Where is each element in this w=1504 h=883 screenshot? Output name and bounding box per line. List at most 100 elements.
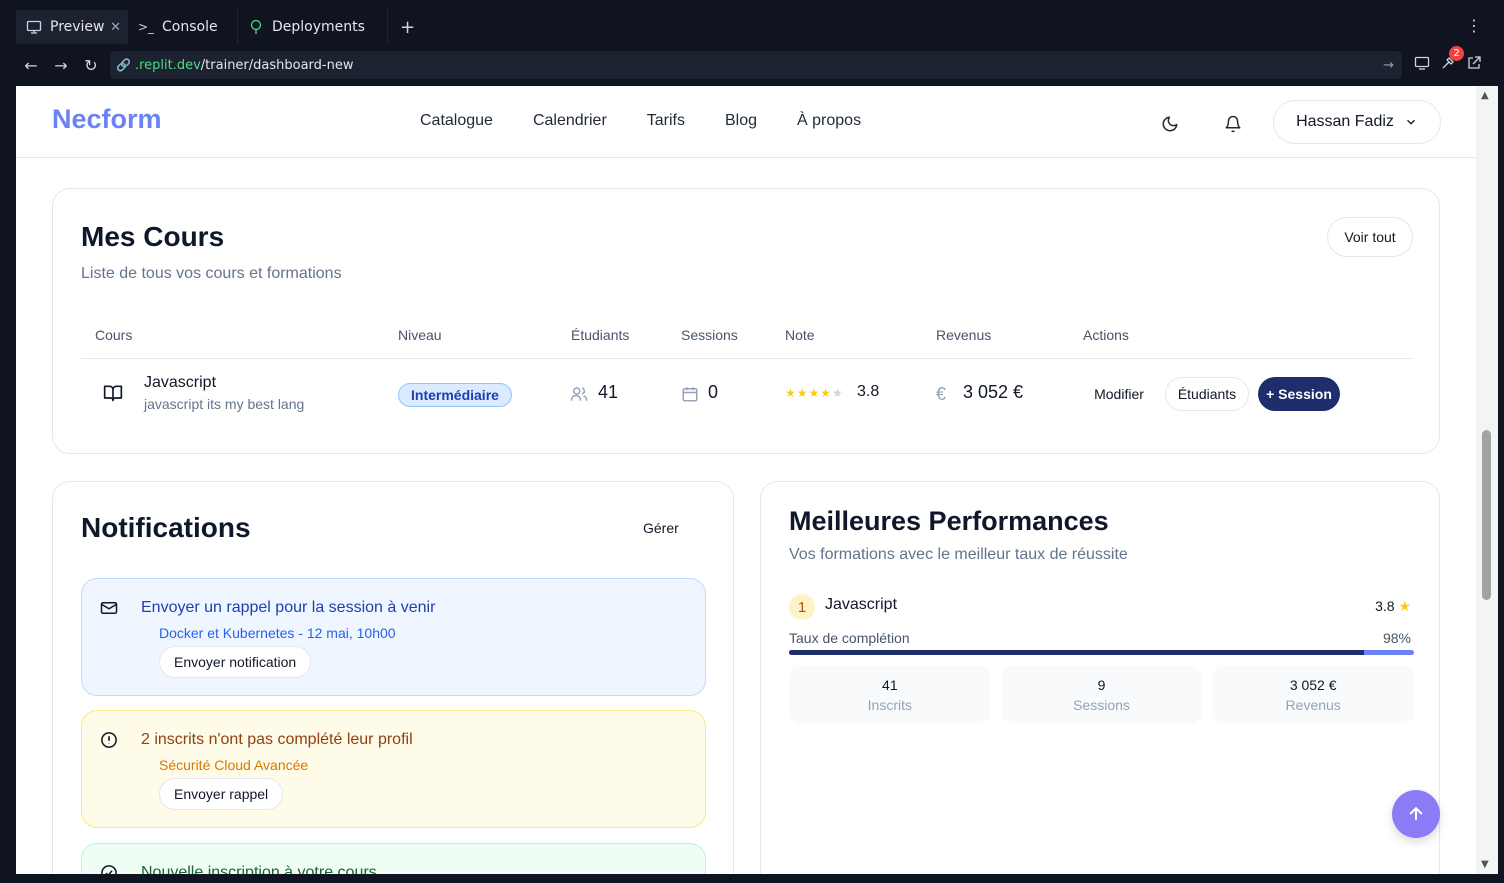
stat-value: 41 [882, 677, 898, 693]
courses-title: Mes Cours [81, 221, 225, 252]
users-icon [570, 385, 588, 408]
back-icon[interactable]: ← [16, 51, 46, 79]
scroll-down-icon[interactable]: ▼ [1481, 859, 1489, 870]
performance-card: Meilleures Performances Vos formations a… [760, 481, 1440, 874]
scroll-up-icon[interactable]: ▲ [1481, 90, 1489, 101]
reload-icon[interactable]: ↻ [76, 51, 106, 79]
stat-inscrits: 41 Inscrits [789, 666, 991, 724]
logo[interactable]: Necform [52, 104, 162, 135]
students-button[interactable]: Étudiants [1165, 377, 1249, 411]
courses-subtitle: Liste de tous vos cours et formations [81, 265, 342, 282]
scroll-to-top-button[interactable] [1392, 790, 1440, 838]
top-course-rating: 3.8 ★ [1375, 598, 1411, 615]
user-name: Hassan Fadiz [1296, 113, 1394, 130]
performance-subtitle: Vos formations avec le meilleur taux de … [789, 546, 1128, 563]
url-row: ← → ↻ 🔗 .replit.dev /trainer/dashboard-n… [16, 46, 1498, 80]
stat-revenus: 3 052 € Revenus [1212, 666, 1415, 724]
page-scrollbar[interactable]: ▲ ▼ [1476, 86, 1498, 874]
rating-stars: ★★★★★ [785, 386, 844, 400]
notification-item: 2 inscrits n'ont pas complété leur profi… [81, 710, 706, 828]
send-notification-button[interactable]: Envoyer notification [159, 646, 312, 678]
notification-item: Envoyer un rappel pour la session à veni… [81, 578, 706, 696]
tab-preview[interactable]: Preview ✕ [16, 10, 128, 44]
notification-detail: Sécurité Cloud Avancée [159, 757, 309, 773]
stat-label: Inscrits [867, 697, 912, 713]
view-all-button[interactable]: Voir tout [1327, 217, 1413, 257]
chevron-down-icon [1406, 119, 1415, 125]
completion-label: Taux de complétion [789, 630, 910, 646]
manage-button[interactable]: Gérer [643, 520, 679, 536]
completion-percent: 98% [1382, 630, 1411, 646]
menu-item-apropos[interactable]: À propos [797, 112, 861, 130]
course-description: javascript its my best lang [144, 396, 305, 412]
col-actions: Actions [1083, 327, 1129, 343]
deploy-icon [248, 19, 264, 35]
send-reminder-button[interactable]: Envoyer rappel [159, 778, 284, 810]
mail-icon [100, 599, 118, 622]
star-icon: ★ [1398, 598, 1411, 614]
arrow-up-icon [1409, 806, 1423, 820]
notifications-title: Notifications [81, 512, 251, 543]
euro-icon: € [936, 384, 947, 404]
devtools-badge: 2 [1449, 46, 1464, 61]
scrollbar-thumb[interactable] [1482, 430, 1491, 600]
devtools-icon[interactable]: 2 [1440, 46, 1464, 75]
menu-item-catalogue[interactable]: Catalogue [420, 112, 493, 130]
sessions-count: 0 [708, 382, 719, 402]
col-niveau: Niveau [398, 327, 442, 343]
notifications-card: Notifications Gérer Envoyer un rappel po… [52, 481, 734, 874]
stat-label: Revenus [1285, 697, 1341, 713]
new-tab-button[interactable]: + [388, 10, 427, 44]
dark-mode-toggle[interactable] [1154, 108, 1186, 140]
book-icon [103, 383, 123, 408]
menu-item-calendrier[interactable]: Calendrier [533, 112, 607, 130]
app-viewport: Necform Catalogue Calendrier Tarifs Blog… [16, 86, 1476, 874]
open-external-icon[interactable] [1466, 55, 1482, 75]
menu-item-blog[interactable]: Blog [725, 112, 757, 130]
courses-table-header: Cours Niveau Étudiants Sessions Note Rev… [81, 323, 1413, 359]
main-menu: Catalogue Calendrier Tarifs Blog À propo… [420, 112, 861, 130]
col-note: Note [785, 327, 815, 343]
terminal-icon: >_ [138, 20, 155, 34]
stat-value: 9 [1097, 677, 1106, 693]
bell-icon [1225, 115, 1241, 133]
course-name[interactable]: Javascript [144, 374, 216, 392]
notification-title: Nouvelle inscription à votre cours [141, 864, 377, 874]
tab-console[interactable]: >_ Console [128, 10, 238, 44]
table-row: Javascript javascript its my best lang I… [81, 361, 1413, 425]
user-menu-button[interactable]: Hassan Fadiz [1273, 100, 1441, 144]
performance-title: Meilleures Performances [789, 506, 1109, 536]
ide-topbar: Preview ✕ >_ Console Deployments + ⋮ ← →… [0, 0, 1504, 86]
close-tab-icon[interactable]: ✕ [110, 20, 121, 35]
devices-icon[interactable] [1414, 55, 1430, 75]
revenue-value: 3 052 € [963, 382, 1024, 402]
url-path: /trainer/dashboard-new [200, 57, 354, 73]
courses-card: Mes Cours Liste de tous vos cours et for… [52, 188, 1440, 454]
menu-item-tarifs[interactable]: Tarifs [647, 112, 685, 130]
forward-icon[interactable]: → [46, 51, 76, 79]
edit-course-button[interactable]: Modifier [1081, 377, 1157, 411]
url-bar[interactable]: 🔗 .replit.dev /trainer/dashboard-new → [110, 51, 1402, 79]
level-badge: Intermédiaire [398, 383, 512, 407]
students-count: 41 [598, 382, 619, 402]
stat-label: Sessions [1073, 697, 1130, 713]
rating-value: 3.8 [857, 383, 880, 400]
go-arrow-icon[interactable]: → [1383, 58, 1394, 73]
col-cours: Cours [95, 327, 133, 343]
col-sessions: Sessions [681, 327, 738, 343]
calendar-icon [681, 385, 699, 408]
ide-tabs: Preview ✕ >_ Console Deployments + [16, 10, 427, 44]
notification-detail: Docker et Kubernetes - 12 mai, 10h00 [159, 625, 396, 641]
moon-icon [1162, 116, 1178, 132]
stat-value: 3 052 € [1289, 677, 1337, 693]
tab-label: Preview [50, 19, 105, 35]
link-icon: 🔗 [116, 58, 131, 72]
tab-deployments[interactable]: Deployments [238, 10, 388, 44]
top-course-name: Javascript [825, 596, 898, 613]
url-domain: .replit.dev [134, 57, 201, 73]
notifications-button[interactable] [1217, 108, 1249, 140]
more-menu-icon[interactable]: ⋮ [1466, 16, 1482, 36]
notification-title: Envoyer un rappel pour la session à veni… [141, 599, 436, 616]
col-etudiants: Étudiants [571, 327, 630, 343]
add-session-button[interactable]: + Session [1258, 377, 1340, 411]
